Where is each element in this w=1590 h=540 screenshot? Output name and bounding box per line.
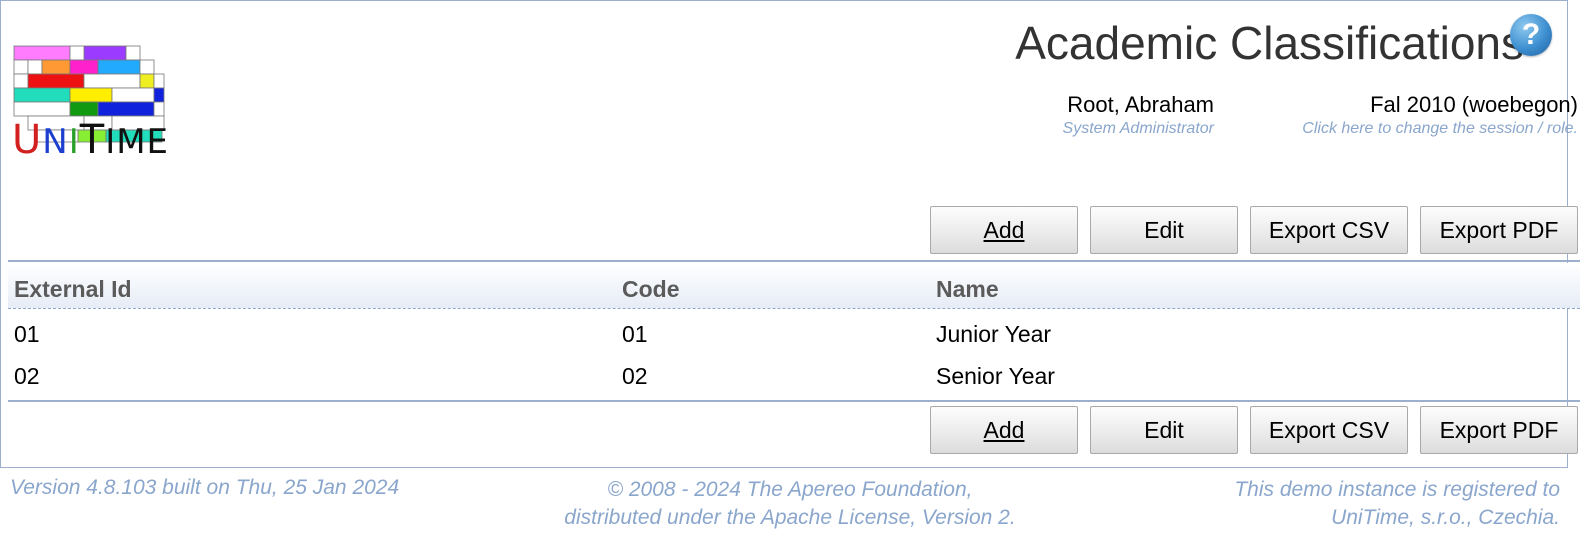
- copyright-line-1[interactable]: © 2008 - 2024 The Apereo Foundation,: [480, 476, 1100, 504]
- export-pdf-button[interactable]: Export PDF: [1420, 206, 1578, 254]
- bottom-toolbar: Add Edit Export CSV Export PDF: [930, 406, 1578, 454]
- table-row[interactable]: 02 02 Senior Year: [8, 354, 1580, 396]
- cell-code: 02: [622, 363, 648, 389]
- table-header: External Id Code Name: [8, 263, 1580, 309]
- table-row[interactable]: 01 01 Junior Year: [8, 312, 1580, 354]
- export-pdf-button-label: Export PDF: [1439, 416, 1559, 443]
- edit-button[interactable]: Edit: [1090, 206, 1238, 254]
- add-button-label: Add: [983, 216, 1025, 243]
- cell-code: 01: [622, 321, 648, 347]
- edit-button-label: Edit: [1144, 216, 1184, 243]
- copyright-info: © 2008 - 2024 The Apereo Foundation, dis…: [480, 476, 1100, 532]
- add-button-label: Add: [983, 416, 1025, 443]
- export-csv-button[interactable]: Export CSV: [1250, 206, 1408, 254]
- column-header-name[interactable]: Name: [936, 276, 999, 303]
- top-toolbar: Add Edit Export CSV Export PDF: [930, 206, 1578, 254]
- registration-line-1: This demo instance is registered to: [1234, 478, 1560, 501]
- registration-line-2: UniTime, s.r.o., Czechia.: [1331, 506, 1560, 529]
- cell-external-id: 02: [14, 363, 40, 389]
- add-button[interactable]: Add: [930, 406, 1078, 454]
- session-info[interactable]: Fal 2010 (woebegon) Click here to change…: [1302, 92, 1578, 138]
- edit-button-label: Edit: [1144, 416, 1184, 443]
- unitime-logo-text[interactable]: UNITIME: [12, 120, 169, 160]
- help-icon[interactable]: ?: [1510, 14, 1552, 56]
- user-name: Root, Abraham: [1067, 92, 1214, 117]
- table-top-divider: [8, 260, 1580, 262]
- export-pdf-button-label: Export PDF: [1439, 216, 1559, 243]
- column-header-external-id[interactable]: External Id: [14, 276, 132, 303]
- export-csv-button-label: Export CSV: [1268, 216, 1390, 243]
- add-button[interactable]: Add: [930, 206, 1078, 254]
- registration-info: This demo instance is registered to UniT…: [1234, 476, 1560, 532]
- table-bottom-divider: [8, 400, 1580, 402]
- export-pdf-button[interactable]: Export PDF: [1420, 406, 1578, 454]
- session-change-hint: Click here to change the session / role.: [1302, 120, 1578, 137]
- page-title: Academic Classifications: [1015, 17, 1524, 69]
- export-csv-button[interactable]: Export CSV: [1250, 406, 1408, 454]
- export-csv-button-label: Export CSV: [1268, 416, 1390, 443]
- column-header-code[interactable]: Code: [622, 276, 680, 303]
- cell-name: Junior Year: [936, 321, 1052, 347]
- copyright-line-2[interactable]: distributed under the Apache License, Ve…: [480, 504, 1100, 532]
- session-name: Fal 2010 (woebegon): [1370, 92, 1578, 117]
- version-info: Version 4.8.103 built on Thu, 25 Jan 202…: [10, 476, 400, 499]
- cell-external-id: 01: [14, 321, 40, 347]
- cell-name: Senior Year: [936, 363, 1055, 389]
- user-role: System Administrator: [1062, 120, 1214, 137]
- user-info[interactable]: Root, Abraham System Administrator: [1063, 92, 1214, 138]
- edit-button[interactable]: Edit: [1090, 406, 1238, 454]
